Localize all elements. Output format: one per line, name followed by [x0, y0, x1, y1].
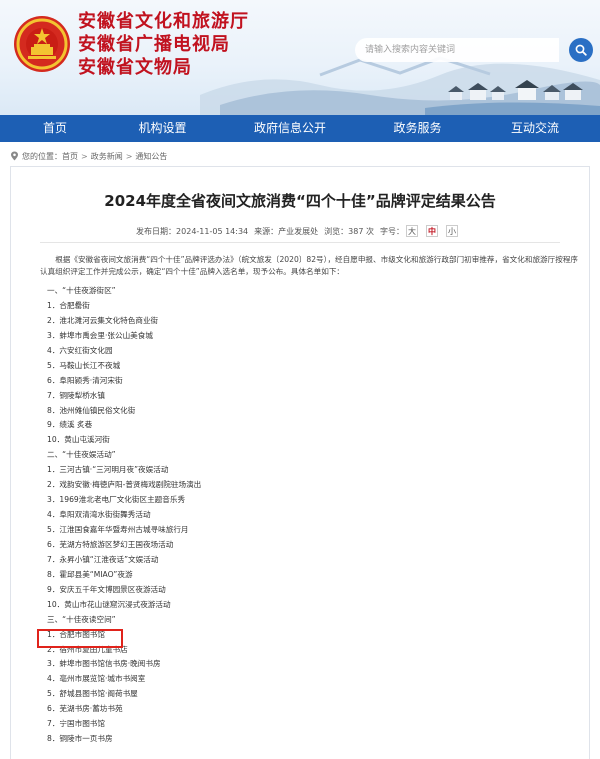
- main-nav: 首页 机构设置 政府信息公开 政务服务 互动交流: [0, 115, 600, 142]
- nav-gov-info[interactable]: 政府信息公开: [215, 115, 365, 142]
- breadcrumb-prefix: 您的位置：: [22, 151, 62, 161]
- list-item: 7．宁国市图书馆: [47, 719, 105, 729]
- location-pin-icon: [11, 151, 18, 161]
- intro-paragraph: 根据《安徽省夜间文旅消费“四个十佳”品牌评选办法》（皖文旅发〔2020〕82号）…: [40, 255, 579, 276]
- list-item: 一、“十佳夜游街区”: [47, 286, 116, 295]
- list-item: 3．蚌埠市禹会里·张公山美食城: [47, 330, 153, 340]
- list-item: 4．六安红街文化园: [47, 345, 113, 355]
- list-item: 5．马鞍山长江不夜城: [47, 360, 121, 370]
- site-brand[interactable]: 安徽省文化和旅游厅 安徽省广播电视局 安徽省文物局: [78, 10, 249, 79]
- nav-interaction[interactable]: 互动交流: [470, 115, 600, 142]
- brand-line-cultural-relics: 安徽省文物局: [78, 57, 192, 78]
- list-item: 9．安庆五千年文博园景区夜游活动: [47, 584, 166, 594]
- list-item: 5．舒城县图书馆·阁荷书屋: [47, 689, 138, 699]
- breadcrumb: 您的位置： 首页 > 政务新闻 > 通知公告: [10, 150, 167, 162]
- list-item: 6．芜湖方特旅游区梦幻王国夜场活动: [47, 539, 174, 549]
- list-item: 7．铜陵犁桥水镇: [47, 390, 105, 400]
- nav-organization[interactable]: 机构设置: [110, 115, 215, 142]
- search-bar: [355, 38, 593, 62]
- list-item: 6．阜阳颍秀·清河宋街: [47, 375, 123, 385]
- search-button[interactable]: [569, 38, 593, 62]
- article-source: 来源：产业发展处: [254, 226, 319, 236]
- font-size-large[interactable]: 大: [405, 225, 418, 237]
- list-item: 4．亳州市展览馆·城市书阅室: [47, 674, 146, 684]
- article-list: 一、“十佳夜游街区” 1．合肥罍街 2．淮北濉河云集文化特色商业街 3．蚌埠市禹会里·…: [47, 284, 527, 747]
- brand-line-culture-tourism: 安徽省文化和旅游厅: [78, 11, 249, 32]
- publish-date: 发布日期：2024-11-05 14:34: [136, 226, 249, 236]
- list-item: 1．合肥罍街: [47, 300, 90, 310]
- search-icon: [575, 44, 587, 56]
- nav-services[interactable]: 政务服务: [365, 115, 470, 142]
- site-header: 安徽省文化和旅游厅 安徽省广播电视局 安徽省文物局: [0, 0, 600, 115]
- breadcrumb-home[interactable]: 首页: [62, 151, 78, 162]
- list-item: 1．三河古镇·“三河明月夜”夜娱活动: [47, 465, 169, 475]
- list-item: 5．江淮国食嘉年华暨寿州古城寻味旅行月: [47, 525, 189, 534]
- list-item: 8．霍邱县美“MIAO”夜游: [47, 569, 133, 579]
- highlight-box: [37, 629, 123, 648]
- list-item: 7．永昇小镇“江淮夜话”文娱活动: [47, 554, 159, 564]
- list-item: 二、“十佳夜娱活动”: [47, 450, 116, 460]
- list-item: 3．1969淮北老电厂文化街区主题音乐秀: [47, 495, 186, 505]
- breadcrumb-notices[interactable]: 通知公告: [135, 151, 167, 162]
- font-size-label: 字号：: [379, 226, 404, 236]
- breadcrumb-separator: >: [125, 151, 133, 161]
- article-intro: 根据《安徽省夜间文旅消费“四个十佳”品牌评选办法》（皖文旅发〔2020〕82号）…: [40, 254, 580, 278]
- list-item: 10．黄山屯溪河街: [47, 435, 110, 445]
- list-item: 10．黄山市花山谜窟沉浸式夜游活动: [47, 599, 171, 609]
- national-emblem-icon: [14, 16, 70, 72]
- view-count: 浏览：387 次: [324, 226, 374, 236]
- title-divider: [40, 242, 560, 243]
- list-item: 2．戏韵安徽·梅徳庐阳-普贤梅戏剧院驻场演出: [47, 480, 202, 490]
- nav-home[interactable]: 首页: [0, 115, 110, 142]
- list-item: 2．淮北濉河云集文化特色商业街: [47, 315, 159, 325]
- list-item: 8．铜陵市一页书房: [47, 734, 113, 744]
- breadcrumb-separator: >: [81, 151, 88, 161]
- font-size-small[interactable]: 小: [445, 225, 458, 237]
- list-item: 三、“十佳夜读空间”: [47, 614, 116, 624]
- article-meta: 发布日期：2024-11-05 14:34 来源：产业发展处 浏览：387 次 …: [0, 225, 600, 237]
- article-title: 2024年度全省夜间文旅消费“四个十佳”品牌评定结果公告: [104, 192, 496, 210]
- search-input[interactable]: [355, 38, 559, 62]
- list-item: 6．芜湖书房·蓄坊书苑: [47, 704, 123, 714]
- list-item: 3．蚌埠市图书馆信书房·晚阅书房: [47, 659, 161, 669]
- list-item: 9．绩溪 炙巷: [47, 420, 93, 430]
- list-item: 4．阜阳双清湾水街街舞秀活动: [47, 510, 151, 520]
- list-item: 8．池州傩仙镇民俗文化街: [47, 405, 136, 415]
- brand-line-radio-tv: 安徽省广播电视局: [78, 34, 230, 55]
- font-size-medium[interactable]: 中: [425, 225, 438, 237]
- breadcrumb-news[interactable]: 政务新闻: [91, 151, 123, 162]
